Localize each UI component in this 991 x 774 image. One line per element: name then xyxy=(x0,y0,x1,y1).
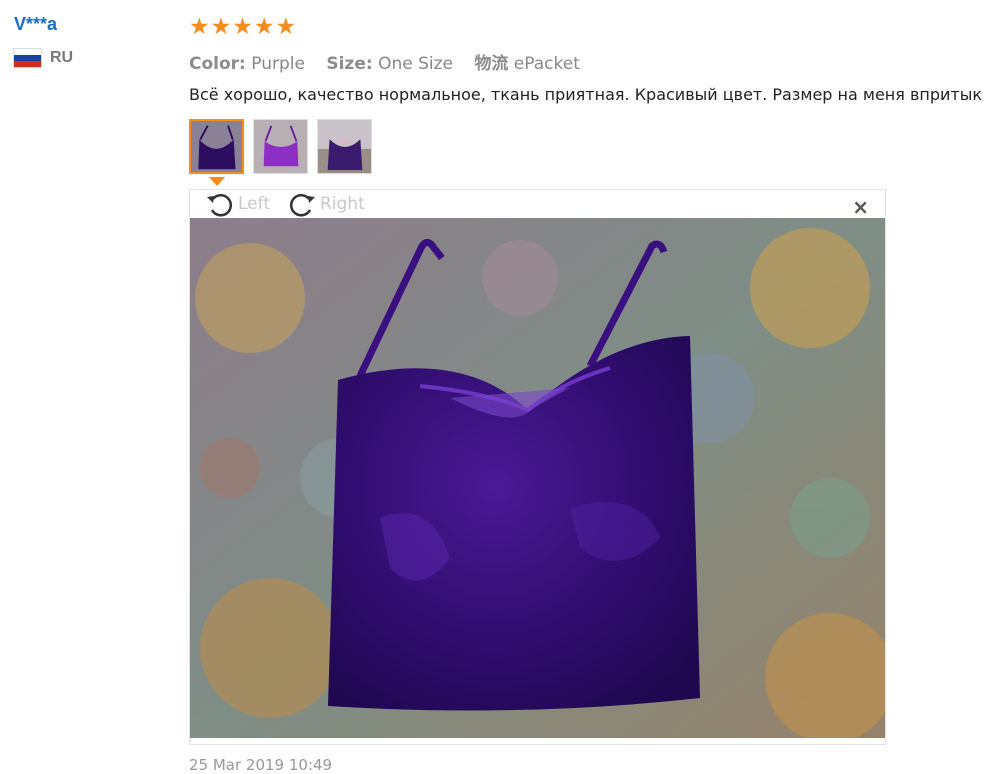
russia-flag-icon xyxy=(14,49,41,67)
photo-thumbnail[interactable] xyxy=(253,119,308,174)
review-photo-thumbnails xyxy=(189,119,991,186)
country-code: RU xyxy=(50,49,74,66)
photo-thumbnail[interactable] xyxy=(317,119,372,174)
rotate-left-button[interactable]: Left xyxy=(204,190,270,218)
attr-color: Color: Purple xyxy=(189,54,305,74)
star-icon: ★ xyxy=(253,14,275,40)
rotate-left-label: Left xyxy=(238,194,270,214)
order-attributes: Color: Purple Size: One Size 物流 ePacket xyxy=(189,49,991,74)
rotate-right-label: Right xyxy=(319,194,365,214)
review-body: ★ ★ ★ ★ ★ Color: Purple Size: One Size 物… xyxy=(189,14,991,186)
star-icon: ★ xyxy=(275,14,297,40)
review-date: 25 Mar 2019 10:49 xyxy=(189,756,333,774)
photo-viewer: Left Right × xyxy=(189,189,886,745)
reviewer-info: V***a RU xyxy=(14,14,73,67)
active-thumbnail-pointer xyxy=(209,177,225,186)
rotate-right-button[interactable]: Right xyxy=(286,190,365,218)
purple-velvet-camisole-image xyxy=(190,218,885,738)
review-photo xyxy=(190,218,885,738)
attr-size: Size: One Size xyxy=(326,54,453,74)
viewer-toolbar: Left Right × xyxy=(190,190,885,219)
star-icon: ★ xyxy=(189,14,210,40)
star-icon: ★ xyxy=(232,14,253,40)
photo-thumbnail[interactable] xyxy=(189,119,244,174)
rotate-left-icon xyxy=(207,194,233,217)
star-rating: ★ ★ ★ ★ ★ xyxy=(189,14,991,40)
attr-shipping: 物流 ePacket xyxy=(474,54,580,74)
close-viewer-button[interactable]: × xyxy=(852,195,869,219)
star-icon: ★ xyxy=(210,14,232,40)
reviewer-country: RU xyxy=(14,49,73,67)
rotate-right-icon xyxy=(289,194,315,217)
reviewer-name: V***a xyxy=(14,14,58,34)
review-text: Всё хорошо, качество нормальное, ткань п… xyxy=(189,85,983,104)
